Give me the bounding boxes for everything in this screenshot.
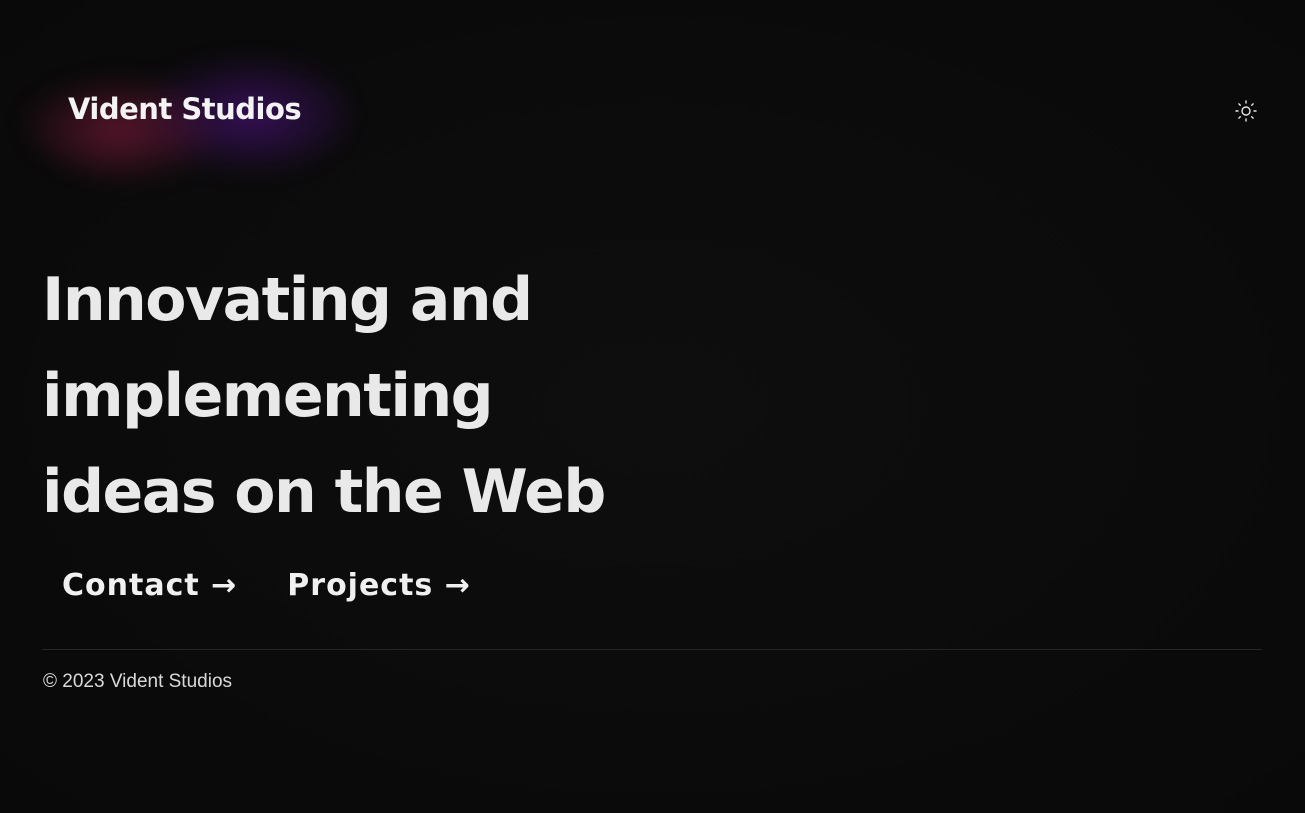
theme-toggle-button[interactable] <box>1233 98 1259 124</box>
hero-heading: Innovating and implementing ideas on the… <box>42 252 982 540</box>
page: Vident Studios Innovating and implementi… <box>0 0 1305 813</box>
projects-link[interactable]: Projects → <box>287 568 471 603</box>
contact-link[interactable]: Contact → <box>62 568 237 603</box>
hero-line-2: ideas on the Web <box>42 457 606 527</box>
footer-divider <box>42 649 1262 650</box>
cta-links: Contact → Projects → <box>62 568 471 603</box>
site-logo[interactable]: Vident Studios <box>68 92 302 126</box>
copyright-text: © 2023 Vident Studios <box>43 671 233 692</box>
sun-icon <box>1235 100 1257 122</box>
hero-line-1: Innovating and implementing <box>42 265 533 431</box>
